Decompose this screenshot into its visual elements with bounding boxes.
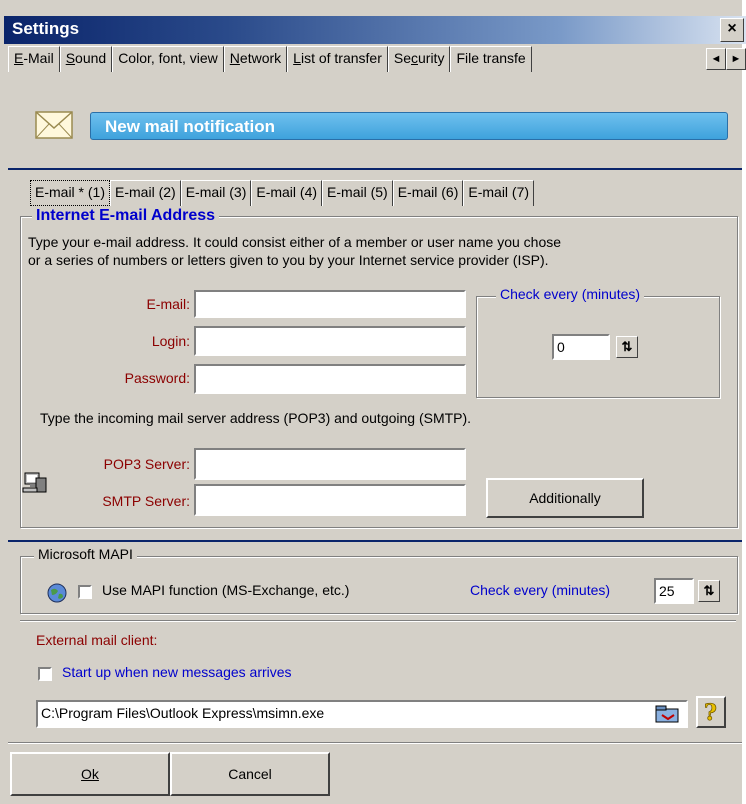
- svg-text:?: ?: [704, 700, 717, 724]
- tab-scroll-arrows: ◄ ►: [706, 48, 746, 70]
- check-every-legend: Check every (minutes): [496, 286, 645, 302]
- smtp-server-field[interactable]: [194, 484, 466, 516]
- login-label: Login:: [151, 333, 190, 349]
- globe-icon: [47, 583, 67, 603]
- tab-scroll-right-button[interactable]: ►: [726, 48, 746, 70]
- email-description-line2: or a series of numbers or letters given …: [28, 252, 549, 268]
- mapi-check-every-spinner[interactable]: ⇅: [698, 580, 720, 602]
- mapi-check-every-field[interactable]: 25: [654, 578, 694, 604]
- ok-button-label: Ok: [81, 766, 99, 782]
- new-mail-notification-banner: New mail notification: [90, 112, 728, 140]
- email-account-tab-5[interactable]: E-mail (5): [322, 180, 393, 206]
- use-mapi-label: Use MAPI function (MS-Exchange, etc.): [102, 582, 350, 598]
- mapi-legend: Microsoft MAPI: [34, 546, 137, 562]
- tab-scroll-left-button[interactable]: ◄: [706, 48, 726, 70]
- external-client-legend: External mail client:: [36, 632, 158, 648]
- help-button[interactable]: ?: [696, 696, 726, 728]
- server-computer-icon: [22, 472, 47, 493]
- email-account-tab-3[interactable]: E-mail (3): [180, 180, 252, 206]
- main-tab-security[interactable]: Security: [387, 46, 451, 72]
- server-description: Type the incoming mail server address (P…: [40, 410, 472, 426]
- external-separator: [20, 620, 736, 622]
- email-account-tab-2[interactable]: E-mail (2): [110, 180, 181, 206]
- email-account-tab-strip: E-mail * (1) E-mail (2) E-mail (3) E-mail (…: [30, 180, 535, 206]
- buttons-separator: [8, 742, 742, 744]
- startup-label: Start up when new messages arrives: [62, 664, 292, 680]
- pop3-server-label: POP3 Server:: [103, 456, 190, 472]
- startup-checkbox[interactable]: [38, 667, 52, 681]
- email-account-tab-7[interactable]: E-mail (7): [463, 180, 535, 206]
- section-divider: [8, 168, 742, 170]
- check-every-field[interactable]: 0: [552, 334, 610, 360]
- check-every-spinner[interactable]: ⇅: [616, 336, 638, 358]
- email-account-tab-1[interactable]: E-mail * (1): [30, 180, 111, 206]
- email-description-line1: Type your e-mail address. It could consi…: [28, 234, 562, 250]
- settings-window: Settings × E-Mail Sound Color, font, view N…: [0, 0, 746, 804]
- login-field[interactable]: [194, 326, 466, 356]
- smtp-server-label: SMTP Server:: [102, 493, 190, 509]
- close-button[interactable]: ×: [720, 18, 744, 42]
- title-bar: Settings ×: [4, 16, 746, 44]
- main-tab-sound[interactable]: Sound: [59, 46, 113, 72]
- main-tab-color-font-view[interactable]: Color, font, view: [112, 46, 224, 72]
- password-field[interactable]: [194, 364, 466, 394]
- window-title: Settings: [12, 19, 80, 38]
- additionally-button[interactable]: Additionally: [486, 478, 644, 518]
- password-label: Password:: [124, 370, 190, 386]
- pop3-server-field[interactable]: [194, 448, 466, 480]
- cancel-button[interactable]: Cancel: [170, 752, 330, 796]
- main-tab-list-of-transfer[interactable]: List of transfer: [287, 46, 388, 72]
- internet-email-legend: Internet E-mail Address: [32, 207, 220, 225]
- ok-button[interactable]: Ok: [10, 752, 170, 796]
- email-account-tab-6[interactable]: E-mail (6): [392, 180, 464, 206]
- main-tab-network[interactable]: Network: [223, 46, 288, 72]
- mail-client-path-field[interactable]: C:\Program Files\Outlook Express\msimn.e…: [36, 700, 688, 728]
- email-label: E-mail:: [146, 296, 190, 312]
- browse-folder-icon[interactable]: [654, 704, 682, 724]
- use-mapi-checkbox[interactable]: [78, 585, 92, 599]
- main-tab-file-transfe[interactable]: File transfe: [450, 46, 532, 72]
- main-tab-strip: E-Mail Sound Color, font, view Network List …: [8, 46, 532, 72]
- cancel-button-label: Cancel: [228, 766, 272, 782]
- question-mark-icon: ?: [704, 700, 718, 727]
- mapi-check-every-label: Check every (minutes): [470, 582, 611, 598]
- main-tab-e-mail[interactable]: E-Mail: [8, 46, 60, 72]
- email-field[interactable]: [194, 290, 466, 318]
- email-account-tab-4[interactable]: E-mail (4): [251, 180, 323, 206]
- mapi-divider: [8, 540, 742, 542]
- envelope-icon: [35, 111, 73, 139]
